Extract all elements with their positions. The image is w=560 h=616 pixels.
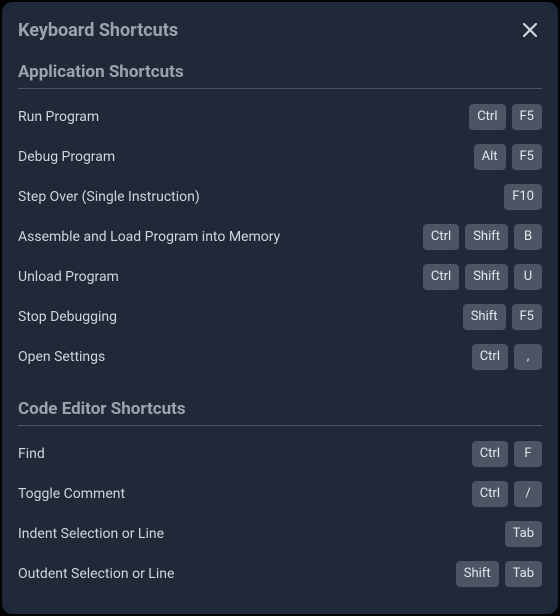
key: Tab bbox=[505, 521, 542, 547]
section-code-editor-shortcuts: Code Editor Shortcuts Find Ctrl F Toggle… bbox=[18, 399, 542, 594]
key: Ctrl bbox=[469, 104, 505, 130]
close-button[interactable] bbox=[518, 18, 542, 42]
key: B bbox=[514, 224, 542, 250]
key: Shift bbox=[463, 304, 506, 330]
shortcut-keys: Ctrl / bbox=[472, 481, 542, 507]
shortcut-keys: Tab bbox=[505, 521, 542, 547]
key: F5 bbox=[512, 304, 543, 330]
shortcut-row: Assemble and Load Program into Memory Ct… bbox=[18, 217, 542, 257]
key: F bbox=[514, 441, 542, 467]
shortcut-row: Open Settings Ctrl , bbox=[18, 337, 542, 377]
shortcut-label: Step Over (Single Instruction) bbox=[18, 189, 200, 205]
key: U bbox=[514, 264, 542, 290]
shortcut-keys: Shift F5 bbox=[463, 304, 542, 330]
shortcut-keys: Ctrl F bbox=[472, 441, 542, 467]
shortcut-keys: Alt F5 bbox=[474, 144, 542, 170]
shortcut-label: Unload Program bbox=[18, 269, 119, 285]
key: Shift bbox=[465, 224, 508, 250]
shortcut-row: Indent Selection or Line Tab bbox=[18, 514, 542, 554]
shortcut-row: Find Ctrl F bbox=[18, 434, 542, 474]
close-icon bbox=[523, 23, 537, 37]
shortcut-label: Run Program bbox=[18, 109, 99, 125]
section-title: Code Editor Shortcuts bbox=[18, 399, 542, 419]
shortcut-row: Stop Debugging Shift F5 bbox=[18, 297, 542, 337]
shortcut-keys: Ctrl Shift U bbox=[423, 264, 542, 290]
key: Shift bbox=[465, 264, 508, 290]
modal-title: Keyboard Shortcuts bbox=[18, 20, 178, 41]
key: Tab bbox=[505, 561, 542, 587]
shortcut-keys: F10 bbox=[504, 184, 542, 210]
key: Ctrl bbox=[472, 481, 508, 507]
divider bbox=[18, 88, 542, 89]
shortcut-keys: Shift Tab bbox=[456, 561, 542, 587]
key: Ctrl bbox=[472, 441, 508, 467]
key: F5 bbox=[512, 144, 543, 170]
shortcut-keys: Ctrl F5 bbox=[469, 104, 542, 130]
key: F5 bbox=[512, 104, 543, 130]
key: Ctrl bbox=[423, 264, 459, 290]
key: , bbox=[514, 344, 542, 370]
key: Ctrl bbox=[472, 344, 508, 370]
shortcut-label: Assemble and Load Program into Memory bbox=[18, 229, 280, 245]
key: Shift bbox=[456, 561, 499, 587]
shortcut-label: Toggle Comment bbox=[18, 486, 125, 502]
shortcut-label: Find bbox=[18, 446, 45, 462]
key: Alt bbox=[474, 144, 506, 170]
shortcut-label: Stop Debugging bbox=[18, 309, 117, 325]
shortcut-row: Debug Program Alt F5 bbox=[18, 137, 542, 177]
modal-header: Keyboard Shortcuts bbox=[18, 18, 542, 42]
shortcut-label: Outdent Selection or Line bbox=[18, 566, 174, 582]
shortcut-label: Indent Selection or Line bbox=[18, 526, 164, 542]
keyboard-shortcuts-modal: Keyboard Shortcuts Application Shortcuts… bbox=[2, 2, 558, 614]
key: Ctrl bbox=[423, 224, 459, 250]
section-title: Application Shortcuts bbox=[18, 62, 542, 82]
shortcut-row: Unload Program Ctrl Shift U bbox=[18, 257, 542, 297]
shortcut-keys: Ctrl Shift B bbox=[423, 224, 542, 250]
shortcut-label: Open Settings bbox=[18, 349, 105, 365]
shortcut-label: Debug Program bbox=[18, 149, 115, 165]
shortcut-row: Toggle Comment Ctrl / bbox=[18, 474, 542, 514]
shortcut-keys: Ctrl , bbox=[472, 344, 542, 370]
shortcut-row: Step Over (Single Instruction) F10 bbox=[18, 177, 542, 217]
divider bbox=[18, 425, 542, 426]
key: F10 bbox=[504, 184, 542, 210]
shortcut-row: Outdent Selection or Line Shift Tab bbox=[18, 554, 542, 594]
key: / bbox=[514, 481, 542, 507]
section-application-shortcuts: Application Shortcuts Run Program Ctrl F… bbox=[18, 62, 542, 377]
shortcut-row: Run Program Ctrl F5 bbox=[18, 97, 542, 137]
